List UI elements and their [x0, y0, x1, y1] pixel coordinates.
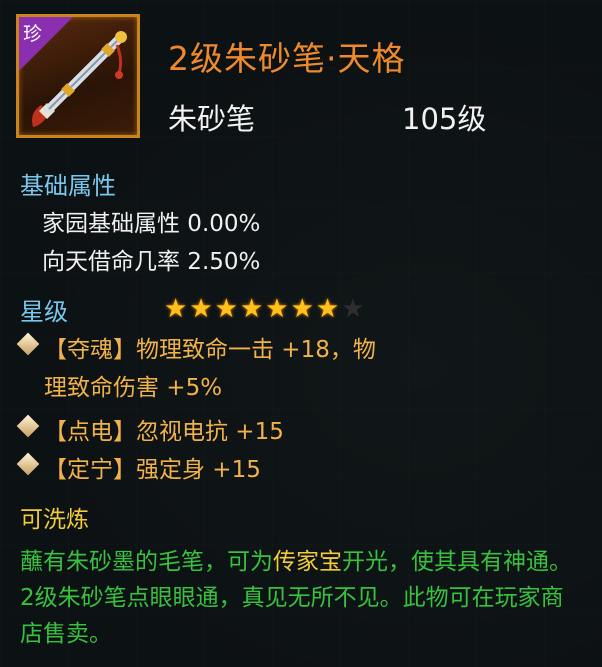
diamond-bullet-icon	[16, 332, 40, 356]
item-tooltip: 珍 2级朱砂笔·天格 朱砂笔 105级 基础属性 家园基础属性 0.00% 向天…	[0, 0, 602, 667]
item-description: 蘸有朱砂墨的毛笔，可为传家宝开光，使其具有神通。2级朱砂笔点眼眼通，真见无所不见…	[20, 544, 580, 652]
star-icon: ★	[214, 294, 238, 324]
item-icon-frame[interactable]: 珍	[16, 14, 140, 138]
star-rating-heading: 星级	[20, 298, 68, 326]
item-level: 105级	[402, 102, 487, 136]
star-icon: ★	[315, 294, 340, 324]
base-attributes-heading: 基础属性	[20, 172, 116, 200]
base-attribute-line: 向天借命几率 2.50%	[42, 249, 261, 275]
effect-line: 【点电】忽视电抗 +15	[44, 419, 284, 445]
description-highlight: 传家宝	[273, 549, 342, 575]
star-rating: ★ ★ ★ ★ ★ ★ ★ ★	[164, 294, 365, 324]
star-icon: ★	[164, 294, 188, 324]
effect-line: 【定宁】强定身 +15	[44, 457, 261, 483]
star-icon: ★	[290, 294, 314, 324]
refine-note: 可洗炼	[20, 507, 89, 533]
item-type: 朱砂笔	[168, 102, 256, 136]
star-icon: ★	[341, 294, 365, 324]
item-title: 2级朱砂笔·天格	[168, 39, 406, 78]
star-icon: ★	[239, 294, 264, 324]
diamond-bullet-icon	[16, 414, 40, 438]
description-text: 蘸有朱砂墨的毛笔，可为	[20, 549, 273, 575]
star-icon: ★	[265, 294, 289, 324]
star-icon: ★	[189, 294, 213, 324]
effect-line: 【夺魂】物理致命一击 +18，物	[44, 337, 376, 363]
brush-item-icon	[32, 31, 127, 127]
effect-line-continued: 理致命伤害 +5%	[44, 375, 223, 401]
diamond-bullet-icon	[16, 452, 40, 476]
base-attribute-line: 家园基础属性 0.00%	[42, 211, 261, 237]
